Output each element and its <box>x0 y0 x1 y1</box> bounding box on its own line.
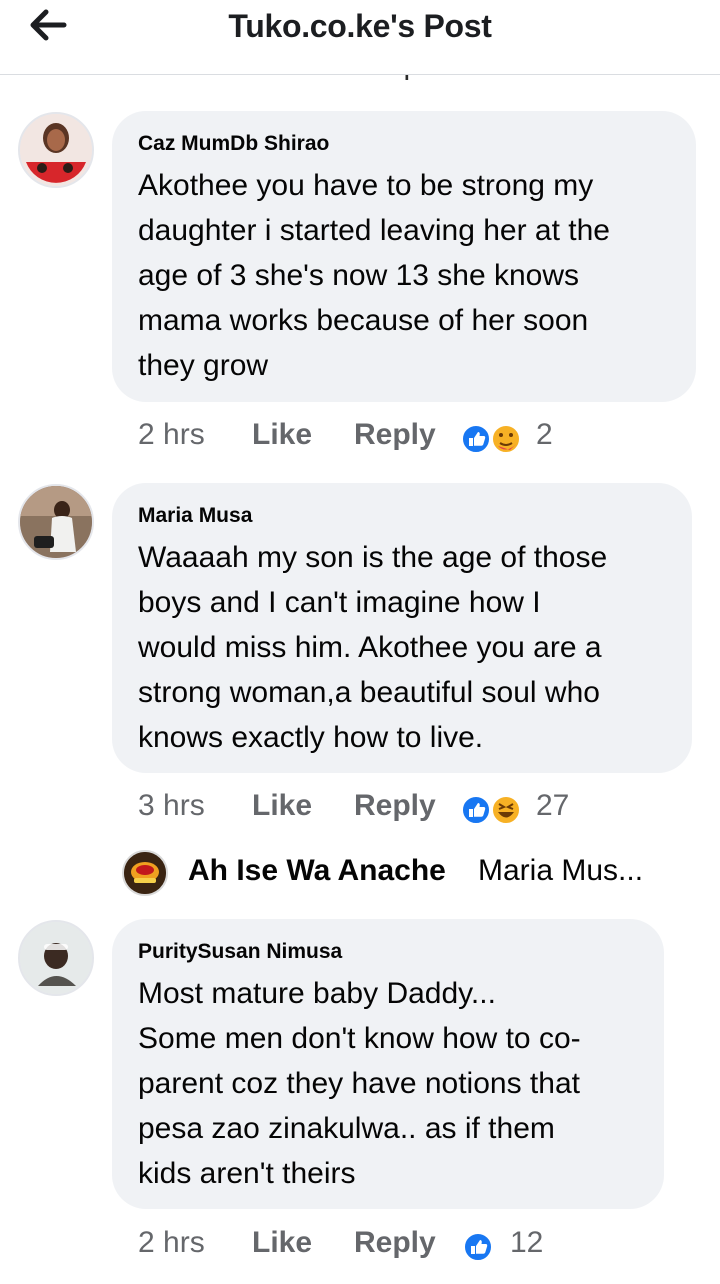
page-title: Tuko.co.ke's Post <box>228 8 492 44</box>
like-icon <box>461 795 491 825</box>
comment-actions: 2 hrs Like Reply 12 <box>138 1226 698 1266</box>
reply-button[interactable]: Reply <box>354 789 436 823</box>
comment-actions: 3 hrs Like Reply 27 <box>138 789 698 829</box>
avatar[interactable] <box>18 920 94 996</box>
profile-photo <box>20 114 92 186</box>
reply-button[interactable]: Reply <box>354 418 436 452</box>
comment-line: knows exactly how to live. <box>138 721 484 754</box>
like-icon <box>461 424 491 454</box>
comment-line: they grow <box>138 349 269 382</box>
comment-line: parent coz they have notions that <box>138 1067 580 1100</box>
care-icon <box>491 424 521 454</box>
avatar[interactable] <box>18 484 94 560</box>
reactions-summary[interactable] <box>460 424 526 454</box>
profile-photo <box>20 922 92 994</box>
reply-snippet: Maria Mus... <box>478 854 644 887</box>
comment-line: Akothee you have to be strong my <box>138 169 594 202</box>
post-header: Tuko.co.ke's Post <box>0 0 720 75</box>
avatar <box>122 850 168 896</box>
comment-line: Waaaah my son is the age of those <box>138 541 608 574</box>
comment-line: kids aren't theirs <box>138 1157 356 1190</box>
comment-timestamp: 2 hrs <box>138 1226 205 1259</box>
comment-author[interactable]: PuritySusan Nimusa <box>138 939 638 965</box>
comment-line: age of 3 she's now 13 she knows <box>138 259 580 292</box>
profile-photo <box>20 486 92 558</box>
comment-line: daughter i started leaving her at the <box>138 214 610 247</box>
like-button[interactable]: Like <box>252 418 312 452</box>
reaction-count[interactable]: 12 <box>510 1226 543 1260</box>
comment-bubble[interactable]: Caz MumDb Shirao Akothee you have to be … <box>112 111 696 402</box>
reply-button[interactable]: Reply <box>354 1226 436 1260</box>
comment-bubble[interactable]: Maria Musa Waaaah my son is the age of t… <box>112 483 692 773</box>
comment-line: would miss him. Akothee you are a <box>138 631 602 664</box>
like-button[interactable]: Like <box>252 1226 312 1260</box>
reactions-summary[interactable] <box>460 795 526 825</box>
comment-timestamp: 3 hrs <box>138 789 205 822</box>
reaction-count[interactable]: 2 <box>536 418 553 452</box>
reply-preview[interactable]: Ah Ise Wa Anache Maria Mus... <box>122 850 692 896</box>
reactions-summary[interactable] <box>460 1232 496 1262</box>
comment-text: Akothee you have to be strong my daughte… <box>138 163 670 388</box>
comment-author[interactable]: Maria Musa <box>138 503 666 529</box>
comment-text: Waaaah my son is the age of those boys a… <box>138 535 666 760</box>
comment-line: Some men don't know how to co- <box>138 1022 581 1055</box>
reply-author[interactable]: Ah Ise Wa Anache <box>188 854 446 888</box>
avatar[interactable] <box>18 112 94 188</box>
profile-photo <box>124 852 166 894</box>
comment-line: boys and I can't imagine how I <box>138 586 541 619</box>
like-button[interactable]: Like <box>252 789 312 823</box>
comment-author[interactable]: Caz MumDb Shirao <box>138 131 670 157</box>
like-icon <box>463 1232 493 1262</box>
reaction-count[interactable]: 27 <box>536 789 569 823</box>
comment-actions: 2 hrs Like Reply 2 <box>138 418 698 458</box>
comment-bubble[interactable]: PuritySusan Nimusa Most mature baby Dadd… <box>112 919 664 1209</box>
comment-line: mama works because of her soon <box>138 304 589 337</box>
comment-line: Most mature baby Daddy... <box>138 977 496 1010</box>
comment-timestamp: 2 hrs <box>138 418 205 451</box>
comment-text: Most mature baby Daddy... Some men don't… <box>138 971 638 1196</box>
comment-line: pesa zao zinakulwa.. as if them <box>138 1112 555 1145</box>
haha-icon <box>491 795 521 825</box>
comment-line: strong woman,a beautiful soul who <box>138 676 600 709</box>
